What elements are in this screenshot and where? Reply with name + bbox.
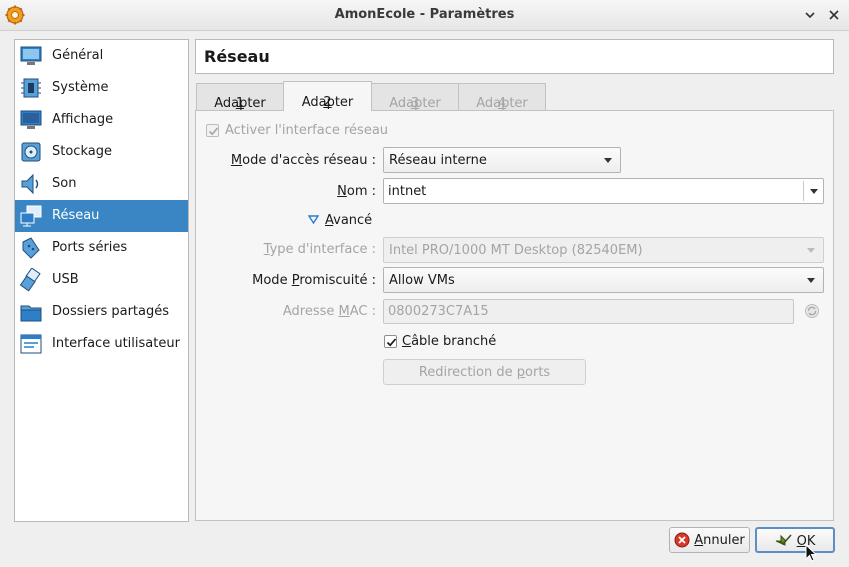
refresh-icon [805,304,819,318]
network-name-combo[interactable]: intnet [383,178,824,204]
user-interface-icon [20,334,42,354]
tab-adapter-3: Adapter 3 [371,83,459,111]
title-bar: AmonEcole - Paramètres [0,0,849,31]
port-forwarding-label: Redirection de ports [418,365,551,380]
usb-icon [19,268,41,292]
tab-adapter-1[interactable]: Adapter 1 [196,83,284,111]
cancel-icon [674,532,690,548]
attachment-mode-label: Mode d'accès réseau : [230,153,376,168]
close-icon[interactable] [827,8,841,22]
sidebar-item-label: Interface utilisateur [52,336,180,351]
sidebar-item-usb[interactable]: USB [15,264,188,296]
page-title: Réseau [204,47,270,66]
mac-address-label: Adresse MAC : [282,304,376,319]
sidebar-item-label: Stockage [52,144,112,159]
ok-button[interactable]: OK [755,527,835,553]
chevron-down-icon [807,278,815,283]
sidebar-item-label: Système [52,80,109,95]
network-name-label: Nom : [337,184,376,199]
sidebar-item-display[interactable]: Affichage [15,104,188,136]
sidebar-item-shared-folders[interactable]: Dossiers partagés [15,296,188,328]
sidebar-item-user-interface[interactable]: Interface utilisateur [15,328,188,360]
promiscuous-mode-label: Mode Promiscuité : [252,273,376,288]
sidebar-item-label: USB [52,272,79,287]
adapter-type-select: Intel PRO/1000 MT Desktop (82540EM) [383,237,824,263]
cancel-button[interactable]: Annuler [669,527,750,553]
attachment-mode-select[interactable]: Réseau interne [383,147,621,173]
mouse-cursor-icon [805,544,817,562]
folder-icon [20,305,42,322]
sidebar-item-serial-ports[interactable]: Ports séries [15,232,188,264]
promiscuous-mode-select[interactable]: Allow VMs [383,267,824,293]
sidebar-item-label: Ports séries [52,240,128,255]
enable-adapter-label: Activer l'interface réseau [225,123,389,138]
adapter-type-label: Type d'interface : [263,242,376,257]
adapter-type-value: Intel PRO/1000 MT Desktop (82540EM) [389,243,643,258]
sidebar-item-label: Son [52,176,77,191]
sidebar-item-network[interactable]: Réseau [15,200,188,232]
sidebar-item-label: Général [52,48,104,63]
window-title: AmonEcole - Paramètres [334,7,515,22]
chevron-down-icon[interactable] [803,8,817,22]
mac-address-value: 0800273C7A15 [388,304,489,319]
network-name-value: intnet [388,184,427,199]
sidebar-item-label: Affichage [52,112,114,127]
mac-address-field: 0800273C7A15 [383,299,794,324]
serial-port-icon [22,237,40,259]
settings-sidebar: Général Système Affichage Stockage Son R… [14,39,189,522]
expand-triangle-icon[interactable] [308,215,319,224]
sidebar-item-label: Réseau [52,208,100,223]
advanced-toggle[interactable]: Avancé [325,213,372,228]
chip-icon [21,78,41,98]
tab-adapter-4: Adapter 4 [458,83,546,111]
chevron-down-icon [604,158,612,163]
chevron-down-icon [807,248,815,253]
display-icon [20,110,42,129]
sidebar-item-system[interactable]: Système [15,72,188,104]
sidebar-item-storage[interactable]: Stockage [15,136,188,168]
network-icon [20,205,42,227]
page-title-box: Réseau [195,39,834,74]
combo-separator [803,181,804,201]
cancel-button-label: Annuler [694,533,745,548]
attachment-mode-value: Réseau interne [389,153,487,168]
storage-icon [21,142,41,162]
tab-adapter-2[interactable]: Adapter 2 [283,81,372,111]
cable-connected-checkbox[interactable] [384,335,397,348]
sidebar-item-general[interactable]: Général [15,40,188,72]
speaker-icon [21,173,39,195]
general-monitor-icon [20,46,42,65]
port-forwarding-button: Redirection de ports [383,359,586,385]
chevron-down-icon[interactable] [810,189,818,194]
cable-connected-label[interactable]: Câble branché [402,334,496,349]
sidebar-item-audio[interactable]: Son [15,168,188,200]
promiscuous-mode-value: Allow VMs [389,273,455,288]
sidebar-item-label: Dossiers partagés [52,304,170,319]
enable-adapter-checkbox [206,124,219,137]
